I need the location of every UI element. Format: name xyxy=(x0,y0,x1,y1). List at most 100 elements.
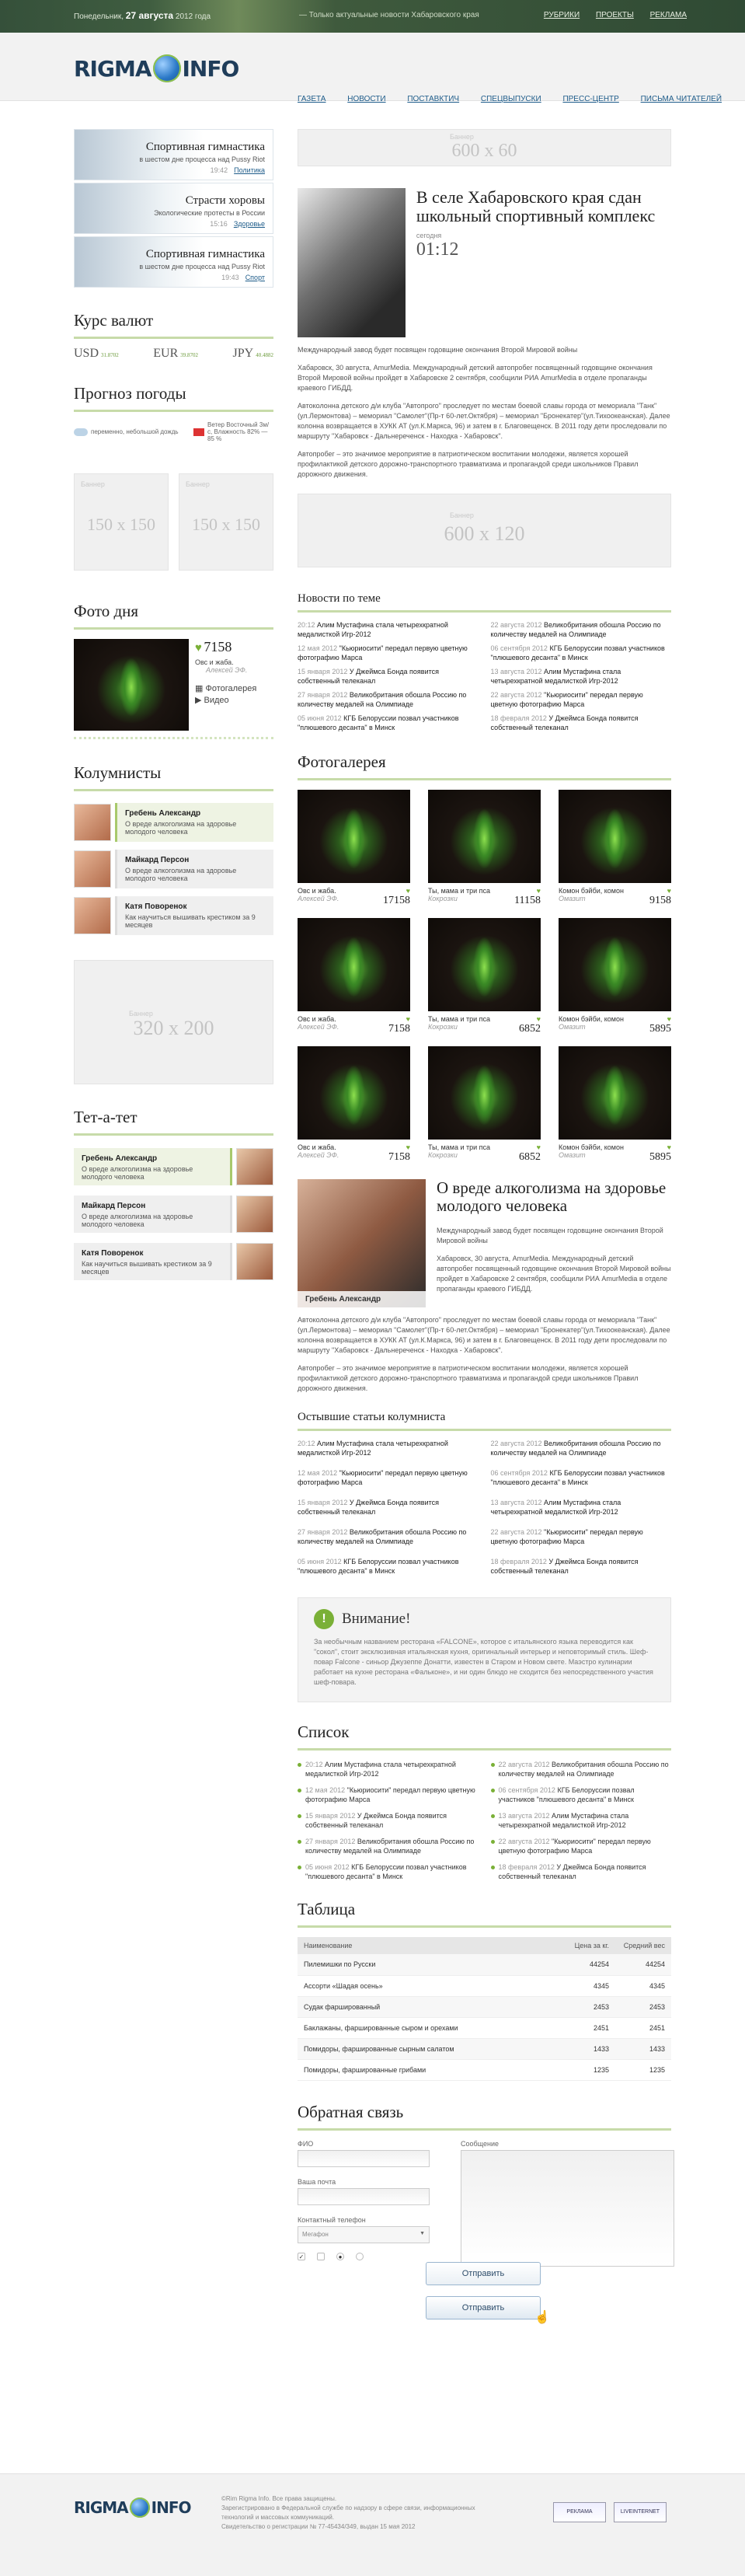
banner-600x60[interactable]: Баннер 600 x 60 xyxy=(298,129,671,166)
promo-tag[interactable]: Спорт xyxy=(245,274,265,281)
lead-image[interactable] xyxy=(298,188,406,337)
list-item[interactable]: 20:12 Алим Мустафина стала четырехкратно… xyxy=(298,620,479,639)
phone-select[interactable]: Мегафон xyxy=(298,2225,430,2243)
top-link-ads[interactable]: РЕКЛАМА xyxy=(650,11,687,19)
gallery-item[interactable]: Комон бэйби, комон Омазит ♥ 5895 xyxy=(559,1046,671,1164)
gallery-item[interactable]: Комон бэйби, комон Омазит ♥ 5895 xyxy=(559,918,671,1035)
list-item[interactable]: 18 февраля 2012 У Джеймса Бонда появится… xyxy=(491,1557,672,1576)
promo-item[interactable]: Спортивная гимнастика в шестом дне процес… xyxy=(74,236,273,288)
gallery-item[interactable]: Ты, мама и три пса Кокрозки ♥ 6852 xyxy=(428,918,541,1035)
message-textarea[interactable] xyxy=(461,2149,674,2267)
list-item[interactable]: 13 августа 2012 Алим Мустафина стала чет… xyxy=(490,1811,672,1830)
list-item[interactable]: 22 августа 2012 "Кьюриосити" передал пер… xyxy=(491,1527,672,1546)
promo-tag[interactable]: Здоровье xyxy=(234,220,265,228)
send-button-hover[interactable]: Отправить xyxy=(426,2295,541,2319)
banner-600x120[interactable]: Баннер 600 x 120 xyxy=(298,494,671,567)
top-link-rubrics[interactable]: РУБРИКИ xyxy=(544,11,580,19)
heart-icon[interactable]: ♥ xyxy=(383,887,410,895)
gallery-item[interactable]: Овс и жаба. Алексей ЭФ. ♥ 17158 xyxy=(298,790,410,907)
list-item[interactable]: 13 августа 2012 Алим Мустафина стала чет… xyxy=(491,1498,672,1517)
nav-special[interactable]: СПЕЦВЫПУСКИ xyxy=(481,95,541,103)
heart-icon[interactable]: ♥ xyxy=(649,1143,671,1151)
list-item[interactable]: 27 января 2012 Великобритания обошла Рос… xyxy=(298,690,479,709)
list-item[interactable]: 27 января 2012 Великобритания обошла Рос… xyxy=(298,1527,479,1546)
gallery-item[interactable]: Ты, мама и три пса Кокрозки ♥ 11158 xyxy=(428,790,541,907)
list-item[interactable]: 06 сентября 2012 КГБ Белоруссии позвал у… xyxy=(490,1785,672,1804)
fio-input[interactable] xyxy=(298,2149,430,2167)
nav-press[interactable]: ПРЕСС-ЦЕНТР xyxy=(562,95,618,103)
checkbox[interactable] xyxy=(317,2252,325,2260)
columnist-item[interactable]: Майкард Персон О вреде алкоголизма на здо… xyxy=(74,847,273,890)
banner-320[interactable]: Баннер 320 x 200 xyxy=(74,960,273,1084)
checkbox-checked[interactable]: ✓ xyxy=(298,2252,305,2260)
columnist-item[interactable]: Гребень Александр О вреде алкоголизма на … xyxy=(74,801,273,843)
list-item[interactable]: 20:12 Алим Мустафина стала четырехкратно… xyxy=(298,1439,479,1457)
columnist-item[interactable]: Катя Поворенок Как научиться вышивать кре… xyxy=(74,894,273,937)
list-item[interactable]: 22 августа 2012 "Кьюриосити" передал пер… xyxy=(490,1837,672,1855)
heart-icon[interactable]: ♥ xyxy=(388,1143,410,1151)
list-item[interactable]: 22 августа 2012 Великобритания обошла Ро… xyxy=(490,1760,672,1778)
columnist-post[interactable]: Гребень Александр О вреде алкоголизма на… xyxy=(298,1179,671,1307)
send-button[interactable]: Отправить xyxy=(426,2261,541,2285)
footer-badge-2[interactable]: LIVEINTERNET xyxy=(614,2502,667,2522)
footer-logo[interactable]: RIGMA INFO xyxy=(74,2497,191,2518)
photo-day-image[interactable] xyxy=(74,639,189,731)
list-item[interactable]: 05 июня 2012 КГБ Белоруссии позвал участ… xyxy=(298,714,479,732)
lead-article[interactable]: В селе Хабаровского края сдан школьный с… xyxy=(298,188,671,337)
heart-icon[interactable]: ♥ xyxy=(195,641,202,654)
globe-icon xyxy=(152,54,181,82)
list-item[interactable]: 15 января 2012 У Джеймса Бонда появится … xyxy=(298,1498,479,1517)
footer-badge-1[interactable]: РЕКЛАМА xyxy=(553,2502,606,2522)
list-item[interactable]: 15 января 2012 У Джеймса Бонда появится … xyxy=(298,667,479,686)
list-item[interactable]: 22 августа 2012 Великобритания обошла Ро… xyxy=(491,1439,672,1457)
heart-icon[interactable]: ♥ xyxy=(649,1015,671,1023)
gallery-item[interactable]: Овс и жаба. Алексей ЭФ. ♥ 7158 xyxy=(298,1046,410,1164)
list-item[interactable]: 15 января 2012 У Джеймса Бонда появится … xyxy=(298,1811,479,1830)
nav-letters[interactable]: ПИСЬМА ЧИТАТЕЛЕЙ xyxy=(641,95,722,103)
columnist-post-title[interactable]: О вреде алкоголизма на здоровье молодого… xyxy=(437,1179,671,1215)
gallery-item[interactable]: Комон бэйби, комон Омазит ♥ 9158 xyxy=(559,790,671,907)
list-item[interactable]: 05 июня 2012 КГБ Белоруссии позвал участ… xyxy=(298,1862,479,1881)
banner-150-right[interactable]: Баннер 150 x 150 xyxy=(179,473,273,571)
radio-checked[interactable]: ● xyxy=(336,2252,344,2260)
lead-title[interactable]: В селе Хабаровского края сдан школьный с… xyxy=(416,188,671,225)
promo-item[interactable]: Спортивная гимнастика в шестом дне процес… xyxy=(74,129,273,180)
heart-icon[interactable]: ♥ xyxy=(519,1015,541,1023)
list-item[interactable]: 18 февраля 2012 У Джеймса Бонда появится… xyxy=(490,1862,672,1881)
video-link[interactable]: Видео xyxy=(204,696,229,705)
list-item[interactable]: 12 мая 2012 "Кьюриосити" передал первую … xyxy=(298,1468,479,1487)
top-link-projects[interactable]: ПРОЕКТЫ xyxy=(596,11,634,19)
avatar xyxy=(236,1147,273,1185)
list-item[interactable]: 12 мая 2012 "Кьюриосити" передал первую … xyxy=(298,1785,479,1804)
list-item[interactable]: 22 августа 2012 Великобритания обошла Ро… xyxy=(491,620,672,639)
list-item[interactable]: 05 июня 2012 КГБ Белоруссии позвал участ… xyxy=(298,1557,479,1576)
promo-item[interactable]: Страсти хоровы Экологические протесты в Р… xyxy=(74,183,273,234)
list-item[interactable]: 12 мая 2012 "Кьюриосити" передал первую … xyxy=(298,644,479,662)
photo-gallery-link[interactable]: Фотогалерея xyxy=(205,684,256,693)
list-item[interactable]: 13 августа 2012 Алим Мустафина стала чет… xyxy=(491,667,672,686)
columnist-photo[interactable]: Гребень Александр xyxy=(298,1179,426,1307)
promo-tag[interactable]: Политика xyxy=(234,166,265,174)
tet-item[interactable]: Майкард Персон О вреде алкоголизма на здо… xyxy=(74,1192,273,1235)
nav-postavktich[interactable]: ПОСТАВКТИЧ xyxy=(407,95,459,103)
tet-item[interactable]: Гребень Александр О вреде алкоголизма на … xyxy=(74,1145,273,1188)
banner-150-left[interactable]: Баннер 150 x 150 xyxy=(74,473,169,571)
heart-icon[interactable]: ♥ xyxy=(388,1015,410,1023)
list-item[interactable]: 27 января 2012 Великобритания обошла Рос… xyxy=(298,1837,479,1855)
tet-item[interactable]: Катя Поворенок Как научиться вышивать кре… xyxy=(74,1240,273,1283)
heart-icon[interactable]: ♥ xyxy=(519,1143,541,1151)
list-item[interactable]: 20:12 Алим Мустафина стала четырехкратно… xyxy=(298,1760,479,1778)
list-item[interactable]: 22 августа 2012 "Кьюриосити" передал пер… xyxy=(491,690,672,709)
radio[interactable] xyxy=(356,2252,364,2260)
gallery-item[interactable]: Ты, мама и три пса Кокрозки ♥ 6852 xyxy=(428,1046,541,1164)
nav-news[interactable]: НОВОСТИ xyxy=(347,95,385,103)
gallery-item[interactable]: Овс и жаба. Алексей ЭФ. ♥ 7158 xyxy=(298,918,410,1035)
logo[interactable]: RIGMA INFO xyxy=(74,54,239,82)
heart-icon[interactable]: ♥ xyxy=(514,887,541,895)
email-input[interactable] xyxy=(298,2187,430,2205)
list-item[interactable]: 18 февраля 2012 У Джеймса Бонда появится… xyxy=(491,714,672,732)
heart-icon[interactable]: ♥ xyxy=(649,887,671,895)
nav-newspaper[interactable]: ГАЗЕТА xyxy=(298,95,326,103)
list-item[interactable]: 06 сентября 2012 КГБ Белоруссии позвал у… xyxy=(491,1468,672,1487)
list-item[interactable]: 06 сентября 2012 КГБ Белоруссии позвал у… xyxy=(491,644,672,662)
